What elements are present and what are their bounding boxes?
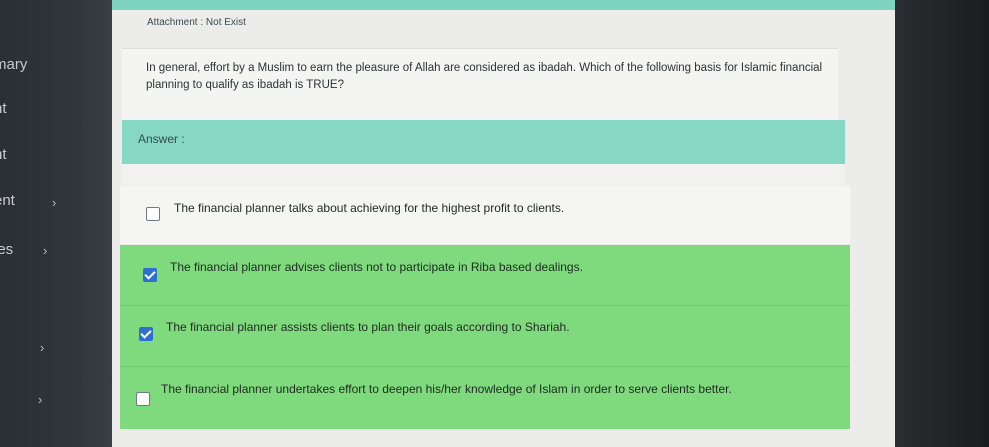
option-4-text: The financial planner undertakes effort … — [161, 382, 732, 396]
question-text: In general, effort by a Muslim to earn t… — [146, 62, 823, 91]
chevron-right-icon: › — [52, 195, 57, 210]
answer-option-3[interactable] — [120, 306, 850, 366]
option-2-checkbox[interactable] — [143, 268, 157, 282]
sidebar: mary nt nt ent › ies › › › — [0, 0, 112, 447]
answer-label: Answer : — [138, 132, 185, 146]
sidebar-item-content-1[interactable]: nt — [0, 100, 7, 117]
chevron-right-icon[interactable]: › — [40, 340, 44, 355]
background-right — [895, 0, 989, 447]
option-2-text: The financial planner advises clients no… — [170, 260, 583, 274]
sidebar-item-summary[interactable]: mary — [0, 56, 27, 73]
header-strip — [112, 0, 895, 10]
sidebar-item-content-2[interactable]: nt — [0, 146, 7, 163]
spacer — [122, 164, 845, 186]
option-3-checkbox[interactable] — [139, 327, 153, 341]
option-3-text: The financial planner assists clients to… — [166, 320, 570, 334]
attachment-status: Attachment : Not Exist — [147, 17, 246, 28]
chevron-right-icon: › — [43, 243, 48, 258]
option-1-checkbox[interactable] — [146, 207, 160, 221]
option-1-text: The financial planner talks about achiev… — [174, 201, 565, 215]
answer-bar — [122, 120, 845, 164]
sidebar-item-assessment[interactable]: ent — [0, 192, 15, 209]
answer-option-2[interactable] — [120, 245, 850, 305]
sidebar-item-activities[interactable]: ies — [0, 241, 13, 258]
answer-option-1[interactable] — [120, 186, 850, 244]
chevron-right-icon[interactable]: › — [38, 392, 42, 407]
answer-option-4[interactable] — [120, 367, 850, 429]
option-4-checkbox[interactable] — [136, 392, 150, 406]
screen: mary nt nt ent › ies › › › Attachment : … — [0, 0, 989, 447]
